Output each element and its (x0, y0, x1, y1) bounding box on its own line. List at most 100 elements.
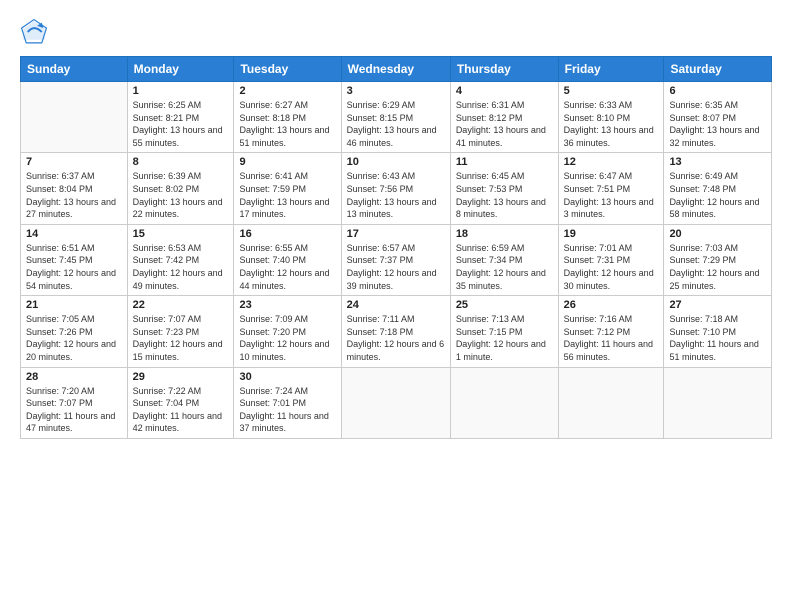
day-number: 17 (347, 228, 445, 240)
day-info: Sunrise: 6:45 AMSunset: 7:53 PMDaylight:… (456, 170, 553, 220)
day-number: 8 (133, 156, 229, 168)
weekday-header: Sunday (21, 57, 128, 82)
calendar-cell: 10 Sunrise: 6:43 AMSunset: 7:56 PMDayligh… (341, 153, 450, 224)
day-info: Sunrise: 6:55 AMSunset: 7:40 PMDaylight:… (239, 242, 335, 292)
calendar-cell: 22 Sunrise: 7:07 AMSunset: 7:23 PMDayligh… (127, 296, 234, 367)
calendar-cell: 13 Sunrise: 6:49 AMSunset: 7:48 PMDayligh… (664, 153, 772, 224)
day-info: Sunrise: 6:33 AMSunset: 8:10 PMDaylight:… (564, 99, 659, 149)
calendar-cell: 9Sunrise: 6:41 AMSunset: 7:59 PMDaylight… (234, 153, 341, 224)
day-number: 30 (239, 371, 335, 383)
calendar-week-row: 21 Sunrise: 7:05 AMSunset: 7:26 PMDayligh… (21, 296, 772, 367)
day-number: 29 (133, 371, 229, 383)
day-info: Sunrise: 7:09 AMSunset: 7:20 PMDaylight:… (239, 313, 335, 363)
calendar-cell: 6Sunrise: 6:35 AMSunset: 8:07 PMDaylight… (664, 82, 772, 153)
day-info: Sunrise: 7:16 AMSunset: 7:12 PMDaylight:… (564, 313, 659, 363)
day-info: Sunrise: 7:13 AMSunset: 7:15 PMDaylight:… (456, 313, 553, 363)
day-number: 2 (239, 85, 335, 97)
page: SundayMondayTuesdayWednesdayThursdayFrid… (0, 0, 792, 612)
day-number: 10 (347, 156, 445, 168)
day-info: Sunrise: 7:11 AMSunset: 7:18 PMDaylight:… (347, 313, 445, 363)
day-number: 11 (456, 156, 553, 168)
day-info: Sunrise: 7:03 AMSunset: 7:29 PMDaylight:… (669, 242, 766, 292)
weekday-header: Thursday (450, 57, 558, 82)
day-info: Sunrise: 6:59 AMSunset: 7:34 PMDaylight:… (456, 242, 553, 292)
calendar-week-row: 1 Sunrise: 6:25 AMSunset: 8:21 PMDaylight… (21, 82, 772, 153)
day-info: Sunrise: 6:49 AMSunset: 7:48 PMDaylight:… (669, 170, 766, 220)
calendar-table: SundayMondayTuesdayWednesdayThursdayFrid… (20, 56, 772, 439)
logo-icon (20, 18, 48, 46)
day-info: Sunrise: 6:43 AMSunset: 7:56 PMDaylight:… (347, 170, 445, 220)
day-number: 16 (239, 228, 335, 240)
day-number: 13 (669, 156, 766, 168)
day-number: 3 (347, 85, 445, 97)
day-number: 1 (133, 85, 229, 97)
calendar-cell (341, 367, 450, 438)
calendar-cell: 12Sunrise: 6:47 AMSunset: 7:51 PMDayligh… (558, 153, 664, 224)
calendar-cell: 23 Sunrise: 7:09 AMSunset: 7:20 PMDayligh… (234, 296, 341, 367)
calendar-cell: 27 Sunrise: 7:18 AMSunset: 7:10 PMDayligh… (664, 296, 772, 367)
weekday-header: Wednesday (341, 57, 450, 82)
day-info: Sunrise: 6:29 AMSunset: 8:15 PMDaylight:… (347, 99, 445, 149)
day-info: Sunrise: 7:05 AMSunset: 7:26 PMDaylight:… (26, 313, 122, 363)
day-info: Sunrise: 7:20 AMSunset: 7:07 PMDaylight:… (26, 385, 122, 435)
calendar-cell: 1 Sunrise: 6:25 AMSunset: 8:21 PMDaylight… (127, 82, 234, 153)
calendar-week-row: 7 Sunrise: 6:37 AMSunset: 8:04 PMDaylight… (21, 153, 772, 224)
calendar-cell: 26 Sunrise: 7:16 AMSunset: 7:12 PMDayligh… (558, 296, 664, 367)
weekday-header: Tuesday (234, 57, 341, 82)
day-info: Sunrise: 7:22 AMSunset: 7:04 PMDaylight:… (133, 385, 229, 435)
calendar-cell (21, 82, 128, 153)
calendar-cell: 29 Sunrise: 7:22 AMSunset: 7:04 PMDayligh… (127, 367, 234, 438)
logo (20, 18, 52, 46)
day-number: 4 (456, 85, 553, 97)
header (20, 18, 772, 46)
day-number: 19 (564, 228, 659, 240)
day-number: 26 (564, 299, 659, 311)
day-number: 23 (239, 299, 335, 311)
day-info: Sunrise: 6:47 AMSunset: 7:51 PMDaylight:… (564, 170, 659, 220)
day-number: 27 (669, 299, 766, 311)
calendar-cell (450, 367, 558, 438)
calendar-cell: 28 Sunrise: 7:20 AMSunset: 7:07 PMDayligh… (21, 367, 128, 438)
day-number: 21 (26, 299, 122, 311)
day-number: 14 (26, 228, 122, 240)
day-info: Sunrise: 7:24 AMSunset: 7:01 PMDaylight:… (239, 385, 335, 435)
day-info: Sunrise: 6:51 AMSunset: 7:45 PMDaylight:… (26, 242, 122, 292)
calendar-cell: 4 Sunrise: 6:31 AMSunset: 8:12 PMDaylight… (450, 82, 558, 153)
calendar-cell: 5Sunrise: 6:33 AMSunset: 8:10 PMDaylight… (558, 82, 664, 153)
day-info: Sunrise: 7:07 AMSunset: 7:23 PMDaylight:… (133, 313, 229, 363)
calendar-cell: 8 Sunrise: 6:39 AMSunset: 8:02 PMDaylight… (127, 153, 234, 224)
day-info: Sunrise: 6:41 AMSunset: 7:59 PMDaylight:… (239, 170, 335, 220)
day-info: Sunrise: 6:57 AMSunset: 7:37 PMDaylight:… (347, 242, 445, 292)
calendar-cell: 7 Sunrise: 6:37 AMSunset: 8:04 PMDaylight… (21, 153, 128, 224)
day-info: Sunrise: 6:53 AMSunset: 7:42 PMDaylight:… (133, 242, 229, 292)
day-info: Sunrise: 7:01 AMSunset: 7:31 PMDaylight:… (564, 242, 659, 292)
calendar-cell: 3 Sunrise: 6:29 AMSunset: 8:15 PMDaylight… (341, 82, 450, 153)
calendar-cell: 17 Sunrise: 6:57 AMSunset: 7:37 PMDayligh… (341, 224, 450, 295)
calendar-cell (558, 367, 664, 438)
calendar-week-row: 14 Sunrise: 6:51 AMSunset: 7:45 PMDayligh… (21, 224, 772, 295)
day-info: Sunrise: 7:18 AMSunset: 7:10 PMDaylight:… (669, 313, 766, 363)
calendar-cell: 18 Sunrise: 6:59 AMSunset: 7:34 PMDayligh… (450, 224, 558, 295)
day-number: 15 (133, 228, 229, 240)
day-number: 6 (669, 85, 766, 97)
calendar-cell: 30 Sunrise: 7:24 AMSunset: 7:01 PMDayligh… (234, 367, 341, 438)
day-info: Sunrise: 6:27 AMSunset: 8:18 PMDaylight:… (239, 99, 335, 149)
calendar-cell: 14 Sunrise: 6:51 AMSunset: 7:45 PMDayligh… (21, 224, 128, 295)
day-info: Sunrise: 6:31 AMSunset: 8:12 PMDaylight:… (456, 99, 553, 149)
calendar-cell (664, 367, 772, 438)
weekday-header: Monday (127, 57, 234, 82)
calendar-header-row: SundayMondayTuesdayWednesdayThursdayFrid… (21, 57, 772, 82)
day-number: 24 (347, 299, 445, 311)
day-info: Sunrise: 6:39 AMSunset: 8:02 PMDaylight:… (133, 170, 229, 220)
day-number: 22 (133, 299, 229, 311)
calendar-cell: 15 Sunrise: 6:53 AMSunset: 7:42 PMDayligh… (127, 224, 234, 295)
day-info: Sunrise: 6:37 AMSunset: 8:04 PMDaylight:… (26, 170, 122, 220)
day-number: 18 (456, 228, 553, 240)
day-number: 7 (26, 156, 122, 168)
day-number: 28 (26, 371, 122, 383)
day-number: 20 (669, 228, 766, 240)
calendar-cell: 24 Sunrise: 7:11 AMSunset: 7:18 PMDayligh… (341, 296, 450, 367)
calendar-cell: 25Sunrise: 7:13 AMSunset: 7:15 PMDayligh… (450, 296, 558, 367)
calendar-week-row: 28 Sunrise: 7:20 AMSunset: 7:07 PMDayligh… (21, 367, 772, 438)
day-info: Sunrise: 6:25 AMSunset: 8:21 PMDaylight:… (133, 99, 229, 149)
